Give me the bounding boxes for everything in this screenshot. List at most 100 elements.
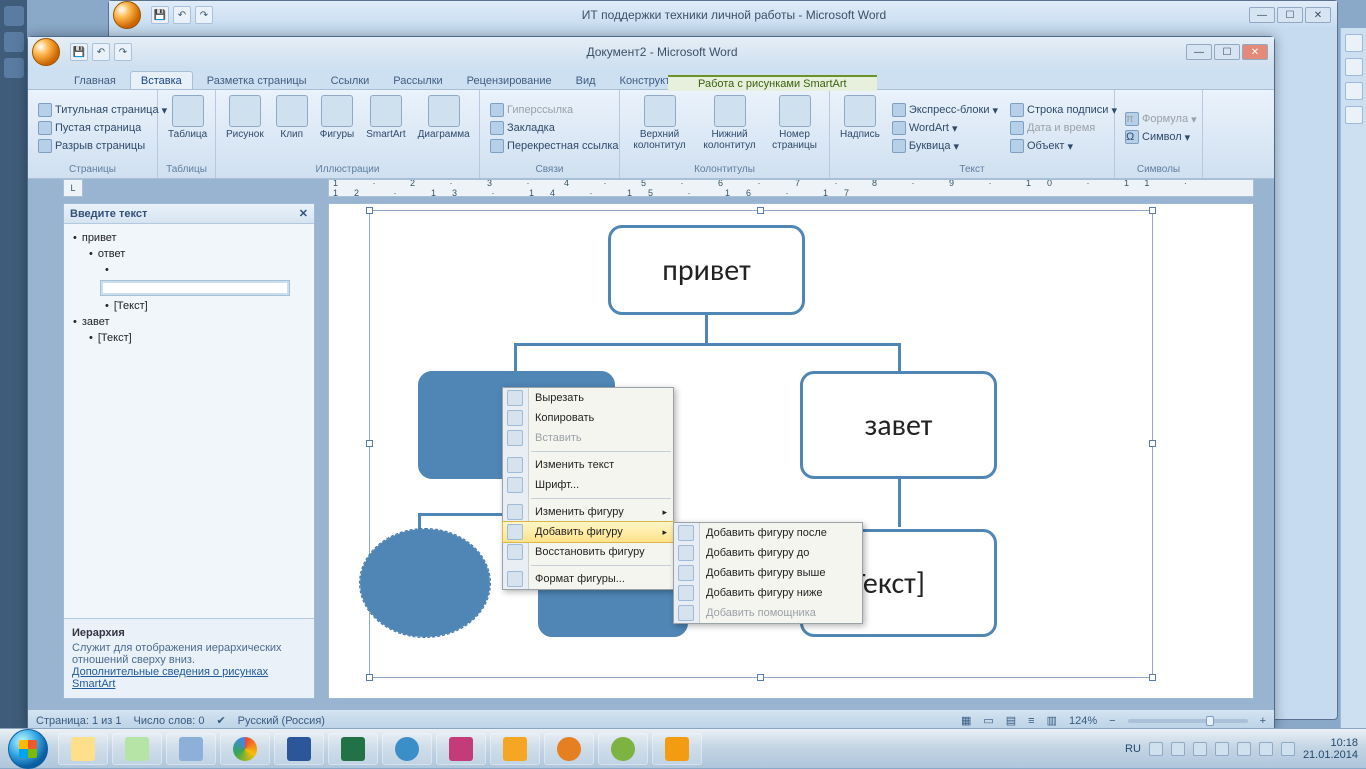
taskbar-app[interactable]	[166, 733, 216, 765]
ctx-edit-text[interactable]: Изменить текст	[503, 455, 673, 475]
office-orb-icon[interactable]	[113, 1, 141, 29]
qat-undo-icon[interactable]: ↶	[173, 6, 191, 24]
tray-icon[interactable]	[1149, 742, 1163, 756]
qat-save-icon[interactable]: 💾	[151, 6, 169, 24]
taskbar-explorer[interactable]	[58, 733, 108, 765]
tray-volume-icon[interactable]	[1259, 742, 1273, 756]
taskbar-app[interactable]	[382, 733, 432, 765]
taskbar-app[interactable]	[544, 733, 594, 765]
smartart-frame[interactable]: привет завет Текст] Вырезать Копировать …	[369, 210, 1153, 678]
ctx-add-shape[interactable]: Добавить фигуру▸	[502, 521, 674, 543]
back-close-button[interactable]: ✕	[1305, 7, 1331, 23]
taskbar-word[interactable]	[274, 733, 324, 765]
resize-handle[interactable]	[757, 674, 764, 681]
resize-handle[interactable]	[1149, 207, 1156, 214]
resize-handle[interactable]	[366, 440, 373, 447]
smartart-button[interactable]: SmartArt	[362, 93, 409, 163]
taskbar-app[interactable]	[652, 733, 702, 765]
sigline-button[interactable]: Строка подписи ▾	[1006, 102, 1121, 118]
title-page-button[interactable]: Титульная страница ▾	[34, 102, 171, 118]
textbox-button[interactable]: Надпись	[836, 93, 884, 163]
ruler-horizontal[interactable]: 1 · 2 · 3 · 4 · 5 · 6 · 7 · 8 · 9 · 10 ·…	[328, 179, 1254, 197]
tray-clock[interactable]: 10:1821.01.2014	[1303, 737, 1358, 761]
chart-button[interactable]: Диаграмма	[414, 93, 474, 163]
tray-network-icon[interactable]	[1237, 742, 1251, 756]
ctx-cut[interactable]: Вырезать	[503, 388, 673, 408]
taskbar-excel[interactable]	[328, 733, 378, 765]
list-item[interactable]: •привет	[68, 230, 310, 246]
taskbar-app[interactable]	[490, 733, 540, 765]
zoom-in-button[interactable]: +	[1260, 715, 1266, 727]
resize-handle[interactable]	[757, 207, 764, 214]
taskbar-app[interactable]	[112, 733, 162, 765]
list-item[interactable]: •[Текст]	[68, 330, 310, 346]
express-button[interactable]: Экспресс-блоки ▾	[888, 102, 1002, 118]
view-printlayout-icon[interactable]: ▦	[961, 714, 971, 727]
taskbar-app[interactable]	[598, 733, 648, 765]
sub-add-below[interactable]: Добавить фигуру ниже	[674, 583, 862, 603]
maximize-button[interactable]: ☐	[1214, 44, 1240, 60]
view-web-icon[interactable]: ▤	[1006, 714, 1016, 727]
ctx-format-shape[interactable]: Формат фигуры...	[503, 569, 673, 589]
smartart-node[interactable]: завет	[800, 371, 997, 479]
view-reading-icon[interactable]: ▭	[983, 714, 993, 727]
list-item[interactable]: •ответ	[68, 246, 310, 262]
sub-add-after[interactable]: Добавить фигуру после	[674, 523, 862, 543]
status-page[interactable]: Страница: 1 из 1	[36, 715, 122, 727]
object-button[interactable]: Объект ▾	[1006, 138, 1121, 154]
back-minimize-button[interactable]: —	[1249, 7, 1275, 23]
textpane-close-icon[interactable]: ✕	[299, 207, 308, 220]
smartart-node-selected[interactable]	[360, 529, 490, 637]
resize-handle[interactable]	[1149, 440, 1156, 447]
dropcap-button[interactable]: Буквица ▾	[888, 138, 1002, 154]
resize-handle[interactable]	[1149, 674, 1156, 681]
formula-button[interactable]: πФормула ▾	[1121, 111, 1201, 127]
footer-button[interactable]: Нижний колонтитул	[697, 93, 762, 163]
tab-review[interactable]: Рецензирование	[457, 72, 562, 89]
tab-insert[interactable]: Вставка	[130, 71, 193, 89]
back-maximize-button[interactable]: ☐	[1277, 7, 1303, 23]
list-item[interactable]: •	[68, 262, 310, 278]
sub-add-above[interactable]: Добавить фигуру выше	[674, 563, 862, 583]
minimize-button[interactable]: —	[1186, 44, 1212, 60]
ruler-corner[interactable]: L	[63, 179, 83, 197]
tray-icon[interactable]	[1171, 742, 1185, 756]
zoom-out-button[interactable]: −	[1109, 715, 1115, 727]
qat-save-icon[interactable]: 💾	[70, 43, 88, 61]
tray-bluetooth-icon[interactable]	[1215, 742, 1229, 756]
view-outline-icon[interactable]: ≡	[1028, 715, 1034, 727]
tray-lang[interactable]: RU	[1125, 743, 1141, 755]
list-item[interactable]: •[Текст]	[68, 298, 310, 314]
taskbar-chrome[interactable]	[220, 733, 270, 765]
qat-redo-icon[interactable]: ↷	[114, 43, 132, 61]
datetime-button[interactable]: Дата и время	[1006, 120, 1121, 136]
tab-layout[interactable]: Разметка страницы	[197, 72, 317, 89]
office-orb-icon[interactable]	[32, 38, 60, 66]
tray-battery-icon[interactable]	[1281, 742, 1295, 756]
ctx-reset-shape[interactable]: Восстановить фигуру	[503, 542, 673, 562]
resize-handle[interactable]	[366, 207, 373, 214]
wordart-button[interactable]: WordArt ▾	[888, 120, 1002, 136]
table-button[interactable]: Таблица	[164, 93, 211, 163]
symbol-button[interactable]: ΩСимвол ▾	[1121, 129, 1201, 145]
list-item[interactable]: •завет	[68, 314, 310, 330]
tab-links[interactable]: Ссылки	[321, 72, 380, 89]
clip-button[interactable]: Клип	[272, 93, 312, 163]
start-button[interactable]	[8, 729, 48, 769]
tab-mail[interactable]: Рассылки	[383, 72, 452, 89]
ctx-change-shape[interactable]: Изменить фигуру▸	[503, 502, 673, 522]
status-zoom[interactable]: 124%	[1069, 715, 1097, 727]
header-button[interactable]: Верхний колонтитул	[626, 93, 693, 163]
document-canvas[interactable]: привет завет Текст] Вырезать Копировать …	[328, 203, 1254, 699]
smartart-node[interactable]: привет	[608, 225, 805, 315]
zoom-thumb[interactable]	[1206, 716, 1214, 726]
page-break-button[interactable]: Разрыв страницы	[34, 138, 171, 154]
qat-undo-icon[interactable]: ↶	[92, 43, 110, 61]
taskbar-app[interactable]	[436, 733, 486, 765]
pagenum-button[interactable]: Номер страницы	[766, 93, 823, 163]
status-words[interactable]: Число слов: 0	[134, 715, 205, 727]
picture-button[interactable]: Рисунок	[222, 93, 268, 163]
ctx-copy[interactable]: Копировать	[503, 408, 673, 428]
view-draft-icon[interactable]: ▥	[1047, 714, 1057, 727]
tab-home[interactable]: Главная	[64, 72, 126, 89]
